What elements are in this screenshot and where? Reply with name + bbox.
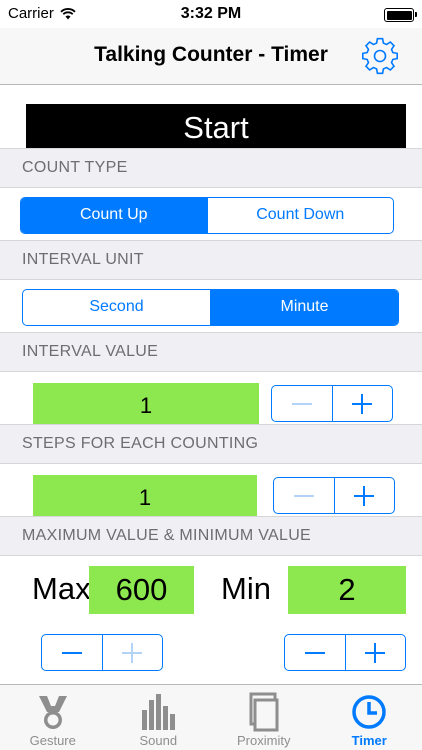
- max-min-header: MAXIMUM VALUE & MINIMUM VALUE: [0, 516, 422, 556]
- tab-gesture[interactable]: Gesture: [0, 685, 106, 750]
- steps-decrement-button[interactable]: [274, 478, 334, 513]
- interval-value-header: INTERVAL VALUE: [0, 332, 422, 372]
- tab-sound[interactable]: Sound: [106, 685, 212, 750]
- tab-bar: Gesture Sound Proximity Timer: [0, 684, 422, 750]
- interval-unit-header: INTERVAL UNIT: [0, 240, 422, 280]
- interval-unit-header-label: INTERVAL UNIT: [22, 251, 144, 268]
- proximity-icon: [249, 692, 279, 732]
- interval-unit-segment: Second Minute: [22, 289, 399, 326]
- sound-icon: [142, 694, 176, 730]
- navigation-bar: Talking Counter - Timer: [0, 28, 422, 85]
- timer-settings: Start COUNT TYPE Count Up Count Down INT…: [0, 86, 422, 684]
- second-option[interactable]: Second: [23, 290, 210, 325]
- tab-gesture-label: Gesture: [29, 733, 76, 748]
- gear-icon[interactable]: [360, 36, 400, 76]
- min-value-display: 2: [288, 566, 406, 614]
- steps-stepper: [273, 477, 395, 514]
- max-increment-button[interactable]: [101, 635, 163, 670]
- gesture-icon: [38, 696, 67, 729]
- max-label: Max: [32, 571, 91, 606]
- status-time: 3:32 PM: [180, 5, 242, 22]
- battery-icon: [384, 8, 417, 22]
- max-min-header-label: MAXIMUM VALUE & MINIMUM VALUE: [22, 527, 312, 544]
- tab-timer[interactable]: Timer: [317, 685, 422, 750]
- tab-timer-label: Timer: [351, 733, 387, 748]
- interval-increment-button[interactable]: [331, 386, 393, 421]
- start-button[interactable]: Start: [26, 104, 406, 152]
- min-decrement-button[interactable]: [285, 635, 345, 670]
- interval-value-header-label: INTERVAL VALUE: [22, 343, 159, 360]
- count-down-option[interactable]: Count Down: [206, 198, 394, 233]
- tab-proximity[interactable]: Proximity: [211, 685, 317, 750]
- interval-decrement-button[interactable]: [272, 386, 332, 421]
- timer-icon: [352, 695, 386, 729]
- tab-sound-label: Sound: [139, 733, 178, 748]
- interval-value-display: 1: [33, 383, 259, 428]
- tab-proximity-label: Proximity: [237, 733, 291, 748]
- count-type-segment: Count Up Count Down: [20, 197, 394, 234]
- page-title: Talking Counter - Timer: [94, 43, 328, 66]
- count-type-header-label: COUNT TYPE: [22, 159, 128, 176]
- minute-option[interactable]: Minute: [210, 290, 398, 325]
- min-label: Min: [221, 571, 271, 606]
- max-stepper: [41, 634, 163, 671]
- interval-value-stepper: [271, 385, 393, 422]
- min-stepper: [284, 634, 406, 671]
- max-decrement-button[interactable]: [42, 635, 102, 670]
- status-bar: Carrier 3:32 PM: [0, 0, 422, 28]
- count-type-header: COUNT TYPE: [0, 148, 422, 188]
- steps-header: STEPS FOR EACH COUNTING: [0, 424, 422, 464]
- steps-increment-button[interactable]: [333, 478, 395, 513]
- max-value-display: 600: [89, 566, 194, 614]
- steps-header-label: STEPS FOR EACH COUNTING: [22, 435, 259, 452]
- steps-value-display: 1: [33, 475, 257, 520]
- count-up-option[interactable]: Count Up: [21, 198, 207, 233]
- min-increment-button[interactable]: [344, 635, 406, 670]
